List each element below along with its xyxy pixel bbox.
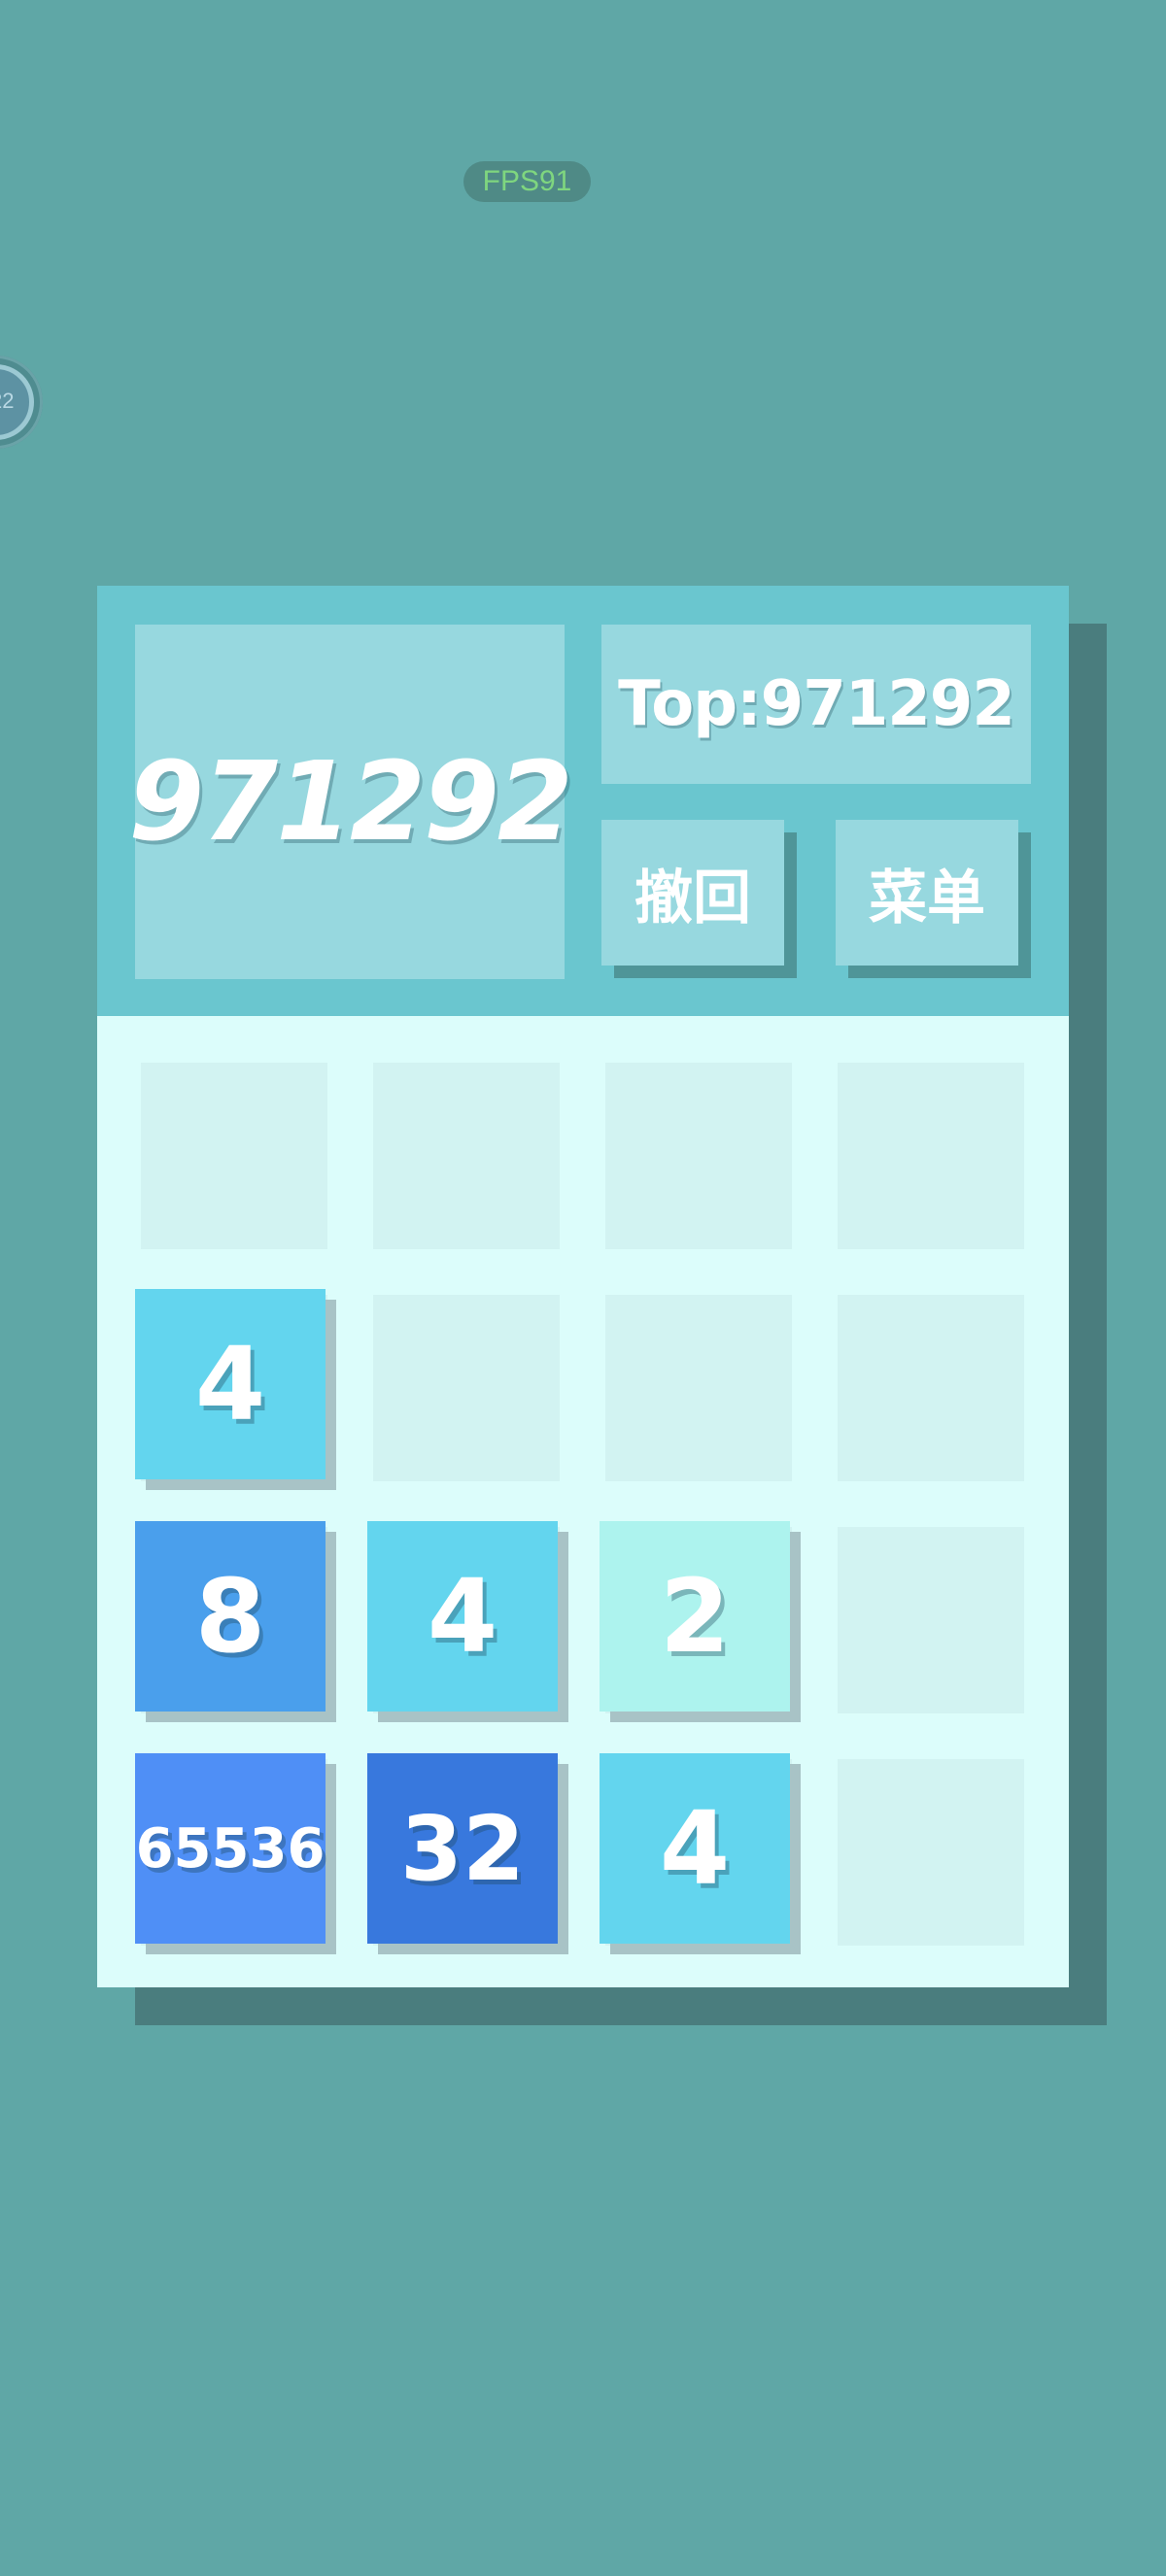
tile-4: 4	[135, 1289, 326, 1479]
undo-button[interactable]: 撤回	[601, 820, 784, 966]
score-header: 971292 Top:971292 撤回 菜单	[97, 586, 1069, 1016]
tile-4: 4	[367, 1521, 558, 1712]
tile-65536: 65536	[135, 1753, 326, 1944]
game-card: 971292 Top:971292 撤回 菜单 4 8 4 2 65536 32 4	[97, 586, 1069, 1987]
board-cell	[605, 1063, 792, 1249]
board-cell	[838, 1759, 1024, 1946]
fps-counter: FPS91	[463, 161, 591, 202]
menu-button[interactable]: 菜单	[836, 820, 1018, 966]
best-score: Top:971292	[601, 625, 1031, 784]
tile-4: 4	[600, 1753, 790, 1944]
tile-8: 8	[135, 1521, 326, 1712]
board-cell	[605, 1295, 792, 1481]
floating-assistant-bubble[interactable]: 22	[0, 356, 43, 449]
board-cell	[838, 1527, 1024, 1713]
board-cell	[838, 1063, 1024, 1249]
bubble-label: 22	[0, 389, 15, 413]
board-cell	[838, 1295, 1024, 1481]
board-cell	[373, 1295, 560, 1481]
tile-2: 2	[600, 1521, 790, 1712]
tile-32: 32	[367, 1753, 558, 1944]
board-cell	[373, 1063, 560, 1249]
current-score: 971292	[128, 738, 573, 865]
board-cell	[141, 1063, 327, 1249]
current-score-box: 971292	[128, 625, 573, 979]
